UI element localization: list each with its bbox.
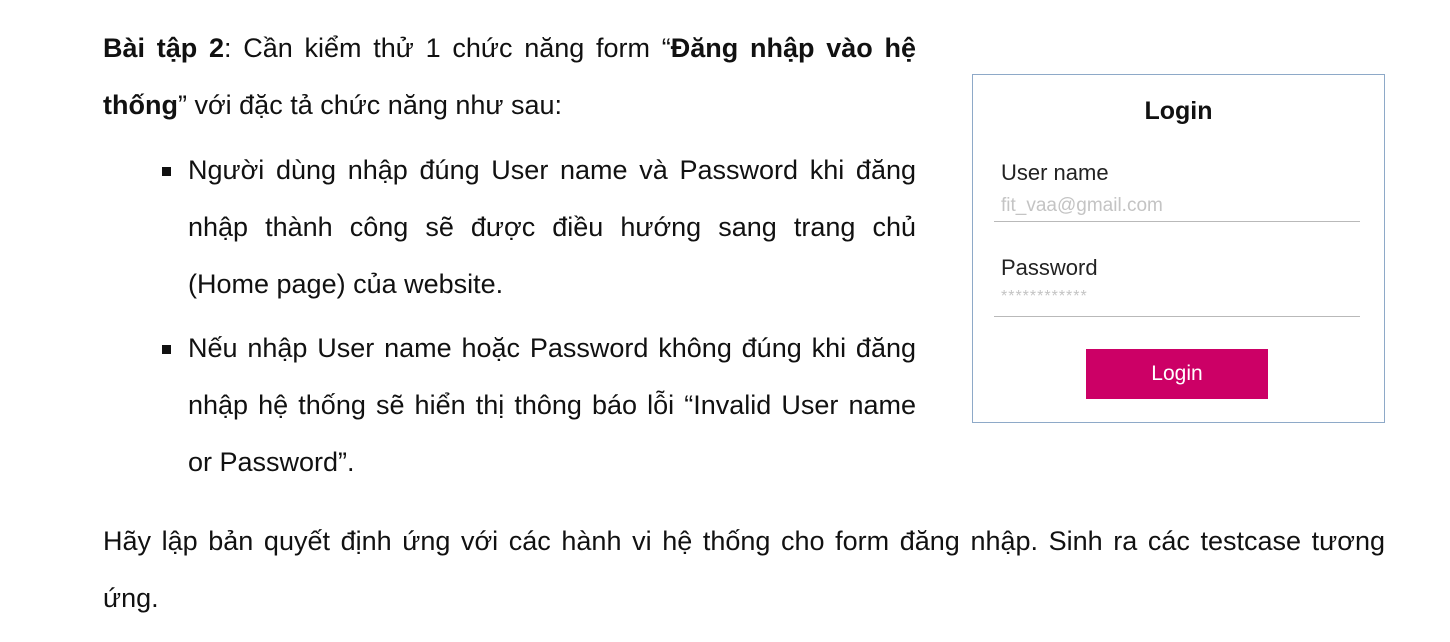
password-field[interactable]: ************ (1001, 288, 1088, 306)
spec-item: Nếu nhập User name hoặc Password không đ… (162, 320, 916, 491)
username-label: User name (1001, 160, 1109, 185)
username-underline (994, 221, 1360, 222)
spec-item: Người dùng nhập đúng User name và Passwo… (162, 142, 916, 313)
spec-item-text: Người dùng nhập đúng User name và Passwo… (188, 155, 916, 299)
exercise-intro-prefix: : Cần kiểm thử 1 chức năng form “ (224, 33, 671, 63)
password-label: Password (1001, 255, 1098, 280)
login-title: Login (1144, 97, 1213, 125)
login-form-figure: Login User name fit_vaa@gmail.com Passwo… (972, 74, 1385, 423)
task-paragraph: Hãy lập bản quyết định ứng với các hành … (103, 526, 1385, 613)
login-button[interactable]: Login (1086, 349, 1268, 399)
username-field[interactable]: fit_vaa@gmail.com (1001, 195, 1163, 217)
bullet-square-icon (162, 345, 171, 354)
password-underline (994, 316, 1360, 317)
exercise-intro-suffix: ” với đặc tả chức năng như sau: (177, 90, 563, 120)
exercise-intro: Bài tập 2: Cần kiểm thử 1 chức năng form… (103, 20, 916, 134)
exercise-label: Bài tập 2 (103, 33, 225, 63)
spec-item-text: Nếu nhập User name hoặc Password không đ… (188, 333, 916, 477)
spec-list: Người dùng nhập đúng User name và Passwo… (162, 142, 916, 498)
bullet-square-icon (162, 167, 171, 176)
